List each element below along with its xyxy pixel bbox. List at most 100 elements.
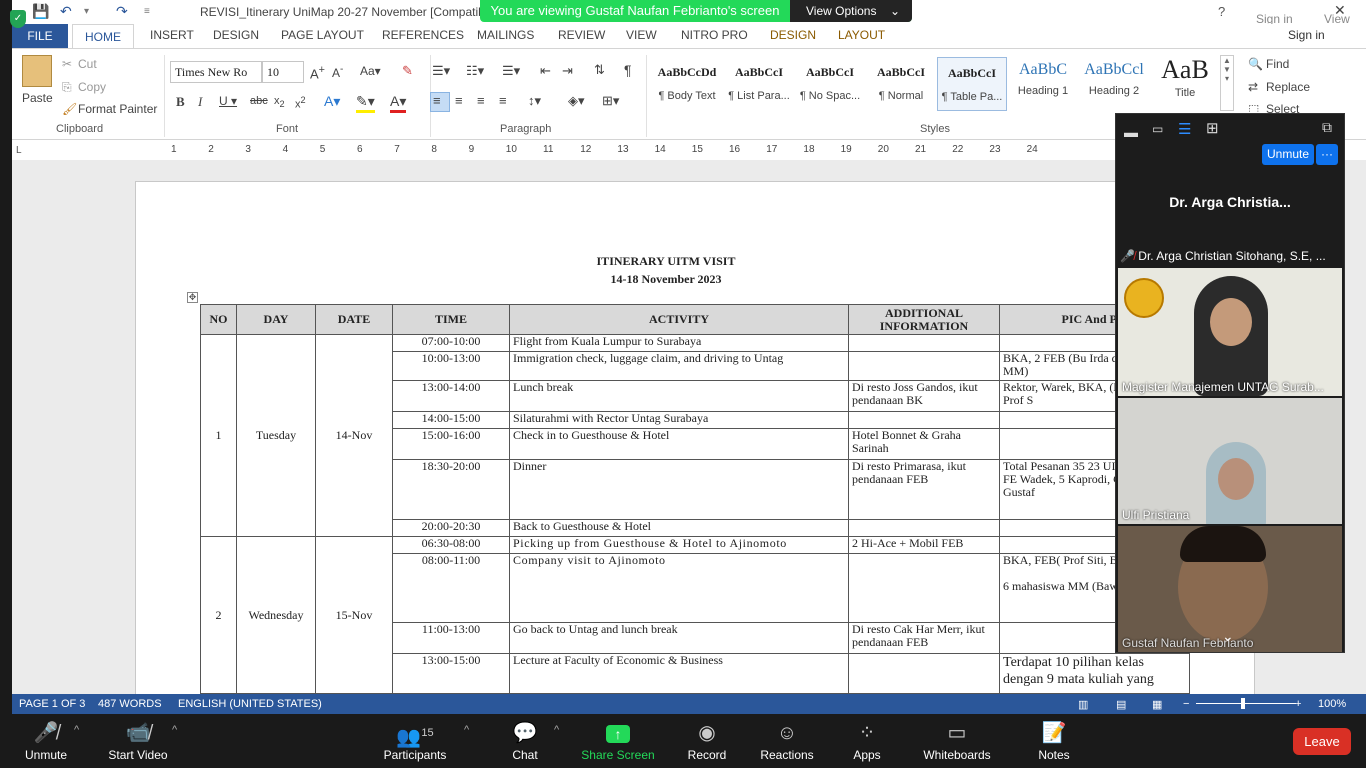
style-1[interactable]: AaBbCcI ¶ List Para... (724, 57, 794, 111)
replace-icon[interactable]: ⇄ (1248, 80, 1258, 94)
cell-day[interactable]: Wednesday (236, 536, 316, 694)
underline-icon[interactable]: U ▾ (219, 94, 237, 108)
cell-time[interactable]: 06:30-08:00 (392, 536, 510, 554)
grow-font-icon[interactable]: A+ (310, 64, 325, 81)
read-mode-icon[interactable]: ▥ (1078, 698, 1088, 711)
text-effects-icon[interactable]: A▾ (324, 93, 340, 110)
cell-info[interactable]: Di resto Primarasa, ikut pendanaan FEB (848, 459, 1000, 520)
tab-nitro-pro[interactable]: NITRO PRO (681, 28, 748, 42)
chevron-down-icon[interactable]: ⌄ (1222, 628, 1234, 645)
highlight-icon[interactable]: ✎▾ (356, 93, 375, 113)
cell-info[interactable] (848, 411, 1000, 429)
chat-chevron-icon[interactable]: ^ (554, 724, 559, 736)
cell-time[interactable]: 10:00-13:00 (392, 351, 510, 381)
italic-icon[interactable]: I (198, 94, 202, 110)
align-center-icon[interactable]: ≡ (455, 93, 463, 108)
increase-indent-icon[interactable]: ⇥ (562, 63, 573, 79)
document-page[interactable]: ITINERARY UITM VISIT 14-18 November 2023… (135, 181, 1255, 701)
cell-activity[interactable]: Go back to Untag and lunch break (509, 622, 849, 654)
zoom-slider-thumb[interactable] (1241, 698, 1245, 709)
cell-info[interactable]: Hotel Bonnet & Graha Sarinah (848, 428, 1000, 460)
sign-in-link[interactable]: Sign in (1288, 28, 1325, 42)
reactions-button[interactable]: ☺ Reactions (747, 720, 827, 762)
paste-button[interactable]: Paste (22, 91, 53, 105)
tab-table-design[interactable]: DESIGN (770, 28, 816, 42)
style-4[interactable]: AaBbCcI ¶ Table Pa... (937, 57, 1007, 111)
numbering-icon[interactable]: ☷▾ (466, 63, 484, 79)
style-2[interactable]: AaBbCcI ¶ No Spac... (795, 57, 865, 111)
bold-icon[interactable]: B (176, 94, 185, 110)
cell-no[interactable]: 2 (200, 536, 237, 694)
bullets-icon[interactable]: ☰▾ (432, 63, 450, 79)
cut-icon[interactable]: ✂ (62, 57, 72, 71)
subscript-icon[interactable]: x2 (274, 95, 285, 109)
cell-info[interactable] (848, 519, 1000, 537)
table-move-handle[interactable]: ✥ (187, 292, 198, 303)
leave-button[interactable]: Leave (1293, 728, 1351, 755)
video-options-chevron-icon[interactable]: ^ (172, 724, 177, 736)
line-spacing-icon[interactable]: ↕▾ (528, 93, 541, 109)
font-color-icon[interactable]: A▾ (390, 93, 407, 113)
tab-insert[interactable]: INSERT (150, 28, 194, 42)
undo-dropdown-icon[interactable]: ▾ (84, 6, 89, 17)
undo-icon[interactable]: ↶ (60, 3, 72, 20)
strikethrough-icon[interactable]: abc (250, 95, 268, 107)
cell-activity[interactable]: Silaturahmi with Rector Untag Surabaya (509, 411, 849, 429)
cell-date[interactable]: 15-Nov (315, 536, 393, 694)
styles-scroll[interactable]: ▲ ▼ ▾ (1220, 55, 1234, 111)
sort-icon[interactable]: ⇅ (594, 62, 605, 78)
format-painter-icon[interactable]: 🖌 (62, 102, 77, 116)
find-button[interactable]: Find (1266, 57, 1289, 71)
zoom-in-icon[interactable]: + (1295, 698, 1301, 710)
superscript-icon[interactable]: x2 (295, 95, 306, 111)
change-case-icon[interactable]: Aa▾ (360, 64, 381, 78)
show-marks-icon[interactable]: ¶ (624, 62, 632, 78)
cell-activity[interactable]: Lecture at Faculty of Economic & Busines… (509, 653, 849, 694)
security-shield-icon[interactable]: ✓ (10, 10, 26, 28)
minimize-icon[interactable]: ▬ (1124, 124, 1138, 140)
start-video-button[interactable]: 📹̸ Start Video (98, 720, 178, 762)
cell-time[interactable]: 15:00-16:00 (392, 428, 510, 460)
tab-mailings[interactable]: MAILINGS (477, 28, 534, 42)
style-0[interactable]: AaBbCcDd ¶ Body Text (652, 57, 722, 111)
speaker-view-icon[interactable]: ▭ (1152, 122, 1163, 136)
format-painter-button[interactable]: Format Painter (78, 102, 157, 116)
whiteboards-button[interactable]: ▭ Whiteboards (917, 720, 997, 762)
find-icon[interactable]: 🔍 (1248, 57, 1263, 71)
tab-home[interactable]: HOME (72, 24, 134, 49)
zoom-slider-track[interactable] (1196, 703, 1296, 704)
zoom-level[interactable]: 100% (1318, 698, 1346, 710)
tab-page-layout[interactable]: PAGE LAYOUT (281, 28, 364, 42)
cell-time[interactable]: 14:00-15:00 (392, 411, 510, 429)
view-options-button[interactable]: View Options ⌄ (790, 0, 912, 22)
tab-review[interactable]: REVIEW (558, 28, 605, 42)
print-layout-icon[interactable]: ▤ (1116, 698, 1126, 711)
font-name-box[interactable]: Times New Ro (170, 61, 262, 83)
style-6[interactable]: AaBbCcl Heading 2 (1079, 57, 1149, 111)
tab-references[interactable]: REFERENCES (382, 28, 464, 42)
cell-time[interactable]: 20:00-20:30 (392, 519, 510, 537)
cell-time[interactable]: 13:00-14:00 (392, 380, 510, 412)
copy-icon[interactable]: ⎘ (62, 80, 72, 95)
cell-info[interactable] (848, 553, 1000, 623)
unmute-request-button[interactable]: Unmute (1262, 144, 1314, 165)
copy-button[interactable]: Copy (78, 80, 106, 94)
cell-activity[interactable]: Dinner (509, 459, 849, 520)
style-3[interactable]: AaBbCcI ¶ Normal (866, 57, 936, 111)
cell-time[interactable]: 18:30-20:00 (392, 459, 510, 520)
redo-icon[interactable]: ↷ (116, 3, 128, 20)
replace-button[interactable]: Replace (1266, 80, 1310, 94)
font-size-box[interactable]: 10 (262, 61, 304, 83)
tab-design[interactable]: DESIGN (213, 28, 259, 42)
cell-time[interactable]: 07:00-10:00 (392, 334, 510, 352)
style-7[interactable]: AaB Title (1150, 55, 1220, 111)
cell-date[interactable]: 14-Nov (315, 334, 393, 537)
decrease-indent-icon[interactable]: ⇤ (540, 63, 551, 79)
cell-info[interactable]: Di resto Joss Gandos, ikut pendanaan BK (848, 380, 1000, 412)
video-tile-gustaf[interactable]: Gustaf Naufan Febrianto ⌄ (1118, 526, 1342, 652)
cell-info[interactable] (848, 334, 1000, 352)
justify-icon[interactable]: ≡ (499, 93, 507, 108)
shading-icon[interactable]: ◈▾ (568, 93, 585, 109)
record-button[interactable]: ◉ Record (667, 720, 747, 762)
tab-table-layout[interactable]: LAYOUT (838, 28, 885, 42)
